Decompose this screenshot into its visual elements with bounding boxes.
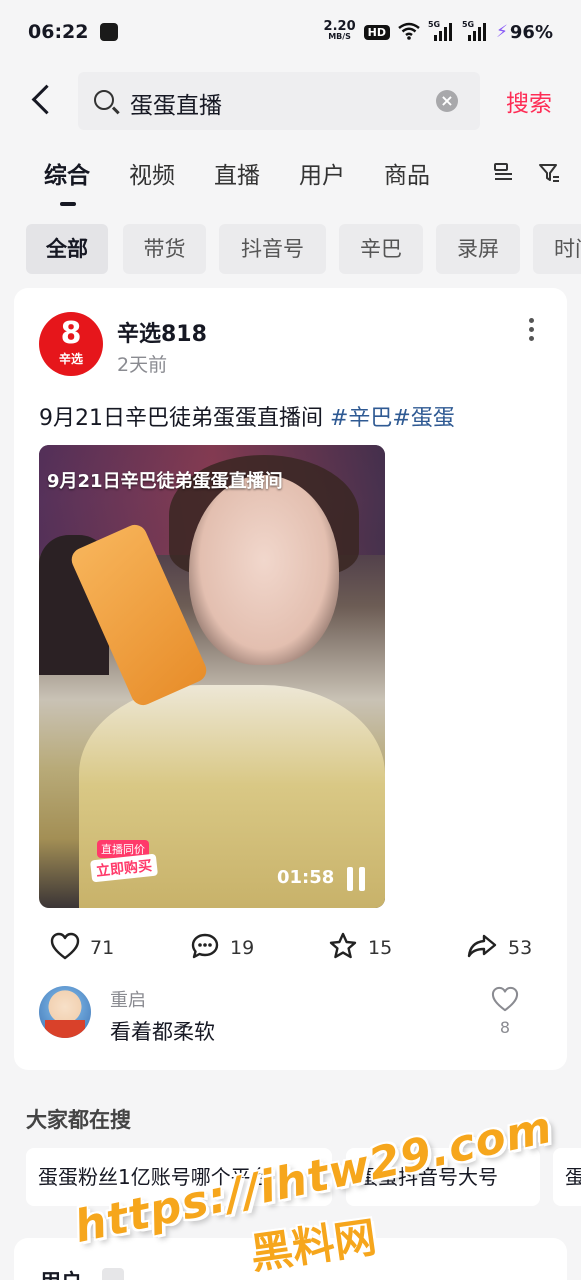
search-input[interactable]: 蛋蛋直播 × bbox=[78, 72, 480, 130]
tab-live[interactable]: 直播 bbox=[214, 156, 260, 190]
wifi-icon bbox=[398, 22, 420, 43]
like-count: 71 bbox=[90, 937, 115, 959]
battery-indicator: ⚡ 96% bbox=[496, 22, 553, 43]
back-icon[interactable] bbox=[28, 82, 58, 118]
author-name[interactable]: 辛选818 bbox=[117, 316, 207, 348]
caption-text: 9月21日辛巴徒弟蛋蛋直播间 bbox=[39, 406, 330, 431]
comment-button[interactable]: 19 bbox=[190, 928, 254, 968]
post-card[interactable]: 8 辛选 辛选818 2天前 9月21日辛巴徒弟蛋蛋直播间 #辛巴#蛋蛋 9月2… bbox=[14, 288, 567, 1070]
caption-hashtags[interactable]: #辛巴#蛋蛋 bbox=[330, 406, 455, 431]
tab-all[interactable]: 综合 bbox=[44, 156, 90, 190]
video-overlay-title: 9月21日辛巴徒弟蛋蛋直播间 bbox=[47, 471, 283, 492]
cell-signal-icon-2: 5G bbox=[461, 20, 488, 41]
share-button[interactable]: 53 bbox=[466, 928, 532, 968]
filter-chips: 全部 带货 抖音号 辛巴 录屏 时间 bbox=[26, 224, 581, 274]
status-time: 06:22 bbox=[28, 21, 89, 43]
favorite-button[interactable]: 15 bbox=[328, 928, 392, 968]
trending-item[interactable]: 蛋蛋抖音号大号 bbox=[346, 1148, 540, 1206]
search-query[interactable]: 蛋蛋直播 bbox=[130, 86, 222, 120]
hd-voice-badge: HD bbox=[363, 24, 390, 40]
search-button[interactable]: 搜索 bbox=[506, 84, 552, 118]
share-icon bbox=[466, 932, 498, 965]
active-tab-indicator bbox=[60, 202, 76, 206]
pause-icon[interactable] bbox=[345, 867, 367, 891]
sort-icon[interactable] bbox=[494, 162, 512, 182]
tab-products[interactable]: 商品 bbox=[384, 156, 430, 190]
status-indicators: 2.20 MB/S HD 5G 5G ⚡ 96% bbox=[323, 19, 553, 43]
top-comment[interactable]: 重启 看着都柔软 8 bbox=[39, 986, 542, 1048]
battery-level: 96% bbox=[509, 21, 553, 43]
more-options-icon[interactable] bbox=[522, 318, 542, 342]
video-thumbnail[interactable]: 9月21日辛巴徒弟蛋蛋直播间 直播同价 立即购买 01:58 bbox=[39, 445, 385, 908]
like-button[interactable]: 71 bbox=[50, 928, 114, 968]
users-section[interactable]: 用户 bbox=[14, 1238, 567, 1280]
commenter-avatar[interactable] bbox=[39, 986, 91, 1038]
trending-item[interactable]: 蛋 bbox=[553, 1148, 581, 1206]
network-speed-value: 2.20 bbox=[323, 19, 356, 34]
status-bar: 06:22 2.20 MB/S HD 5G 5G ⚡ 96% bbox=[0, 0, 581, 64]
comment-like-button[interactable]: 8 bbox=[487, 986, 523, 1037]
network-speed: 2.20 MB/S bbox=[323, 19, 356, 42]
chevron-right-icon[interactable] bbox=[102, 1268, 124, 1280]
chip-time[interactable]: 时间 bbox=[533, 224, 581, 274]
chip-selling[interactable]: 带货 bbox=[123, 224, 206, 274]
clear-icon[interactable]: × bbox=[436, 90, 458, 112]
search-header: 蛋蛋直播 × 搜索 bbox=[0, 68, 581, 134]
share-count: 53 bbox=[508, 937, 533, 959]
post-actions: 71 19 15 53 bbox=[14, 928, 567, 968]
heart-icon bbox=[50, 932, 80, 965]
trending-item[interactable]: 蛋蛋粉丝1亿账号哪个平台 bbox=[26, 1148, 332, 1206]
search-icon bbox=[94, 90, 114, 110]
result-tabs: 综合 视频 直播 用户 商品 bbox=[44, 150, 581, 210]
comment-like-count: 8 bbox=[499, 1018, 511, 1037]
video-duration: 01:58 bbox=[277, 867, 335, 888]
users-section-title: 用户 bbox=[40, 1266, 82, 1280]
chip-all[interactable]: 全部 bbox=[26, 224, 108, 274]
tab-users[interactable]: 用户 bbox=[299, 156, 345, 190]
commenter-name[interactable]: 重启 bbox=[110, 986, 146, 1012]
comment-icon bbox=[190, 932, 220, 965]
avatar-logo-text: 辛选 bbox=[58, 352, 83, 366]
author-avatar[interactable]: 8 辛选 bbox=[39, 312, 103, 376]
post-time: 2天前 bbox=[117, 354, 168, 376]
post-caption: 9月21日辛巴徒弟蛋蛋直播间 #辛巴#蛋蛋 bbox=[39, 400, 455, 432]
signal-label-2: 5G bbox=[461, 20, 475, 29]
comment-count: 19 bbox=[230, 937, 255, 959]
trending-list: 蛋蛋粉丝1亿账号哪个平台 蛋蛋抖音号大号 蛋 bbox=[26, 1148, 581, 1206]
filter-icon[interactable] bbox=[538, 162, 559, 182]
favorite-count: 15 bbox=[368, 937, 393, 959]
chip-xinba[interactable]: 辛巴 bbox=[339, 224, 423, 274]
trending-title: 大家都在搜 bbox=[26, 1108, 131, 1132]
charging-icon: ⚡ bbox=[495, 22, 508, 42]
star-icon bbox=[328, 932, 358, 965]
tab-videos[interactable]: 视频 bbox=[129, 156, 175, 190]
network-speed-unit: MB/S bbox=[328, 32, 351, 41]
signal-label: 5G bbox=[427, 20, 441, 29]
avatar-logo-number: 8 bbox=[60, 316, 82, 351]
comment-heart-icon bbox=[491, 986, 519, 1016]
chip-douyin-id[interactable]: 抖音号 bbox=[219, 224, 326, 274]
buy-now-badge[interactable]: 直播同价 立即购买 bbox=[87, 840, 169, 883]
comment-text: 看着都柔软 bbox=[110, 1020, 215, 1044]
chip-recording[interactable]: 录屏 bbox=[436, 224, 520, 274]
cell-signal-icon: 5G bbox=[427, 20, 454, 41]
notification-app-icon bbox=[100, 23, 119, 41]
